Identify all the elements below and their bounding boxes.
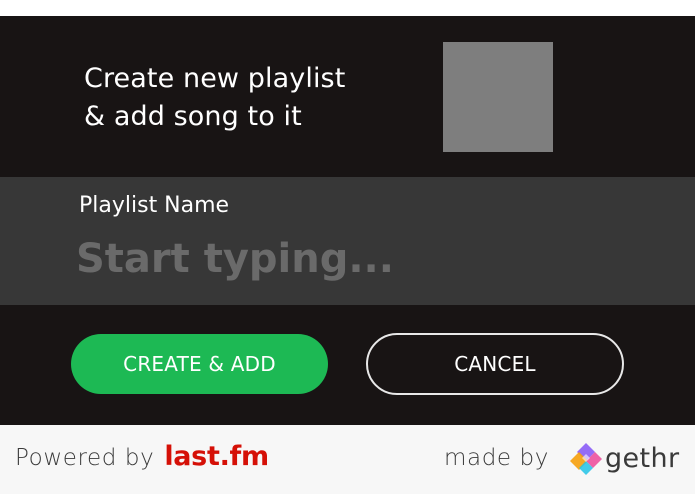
playlist-name-input[interactable]: [76, 229, 636, 289]
footer: Powered by last.fm made by gethr: [0, 425, 695, 494]
powered-by-text: Powered by: [15, 445, 155, 471]
dialog-title-line-1: Create new playlist: [84, 63, 346, 94]
powered-by: Powered by last.fm: [15, 441, 269, 472]
create-playlist-dialog: Create new playlist & add song to it Pla…: [0, 16, 695, 425]
dialog-header: Create new playlist & add song to it: [0, 16, 695, 177]
made-by: made by gethr: [444, 441, 680, 475]
dialog-title: Create new playlist & add song to it: [84, 60, 424, 136]
playlist-name-section: Playlist Name: [0, 177, 695, 305]
page: Create new playlist & add song to it Pla…: [0, 0, 695, 494]
gethr-diamond-icon: [569, 441, 603, 475]
playlist-name-label: Playlist Name: [79, 193, 230, 218]
dialog-title-line-2: & add song to it: [84, 101, 302, 132]
made-by-text: made by: [444, 445, 549, 471]
playlist-artwork-placeholder: [443, 42, 553, 152]
gethr-logo-text[interactable]: gethr: [605, 443, 680, 474]
lastfm-logo[interactable]: last.fm: [164, 441, 269, 472]
cancel-button[interactable]: CANCEL: [366, 333, 624, 395]
create-and-add-button[interactable]: CREATE & ADD: [71, 334, 328, 394]
